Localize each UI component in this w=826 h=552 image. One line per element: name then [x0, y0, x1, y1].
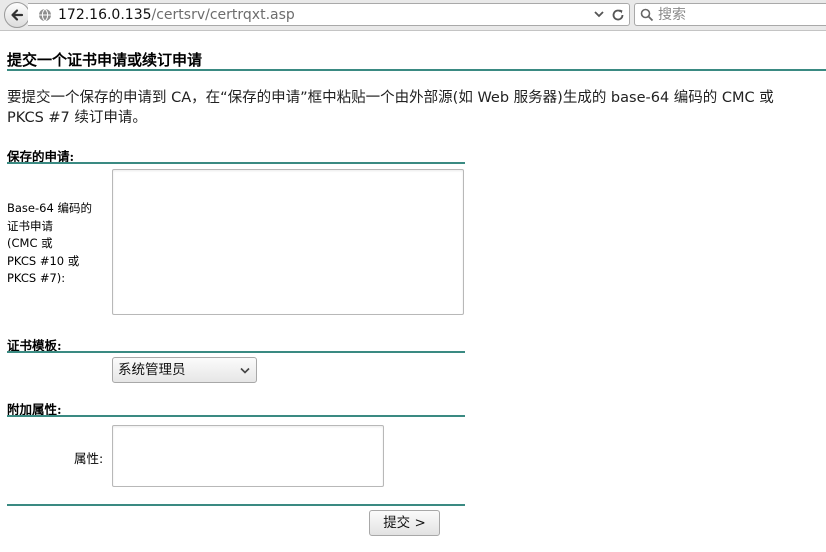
- url-host: 172.16.0.135: [58, 7, 152, 23]
- cert-template-value: 系统管理员: [118, 362, 186, 378]
- address-bar[interactable]: 172.16.0.135/certsrv/certrqxt.asp: [28, 3, 630, 26]
- url-path: /certsrv/certrqxt.asp: [151, 7, 295, 23]
- attributes-textarea[interactable]: [112, 425, 384, 487]
- search-bar[interactable]: 搜索: [634, 3, 826, 26]
- browser-toolbar: 172.16.0.135/certsrv/certrqxt.asp 搜索: [0, 0, 826, 31]
- reload-icon[interactable]: [610, 7, 626, 23]
- title-divider: [7, 69, 826, 71]
- page-title: 提交一个证书申请或续订申请: [7, 51, 203, 69]
- chevron-down-icon: [240, 367, 250, 374]
- back-button[interactable]: [4, 2, 30, 28]
- extra-attributes-divider: [7, 415, 465, 417]
- saved-request-textarea[interactable]: [112, 169, 464, 315]
- globe-icon: [39, 8, 51, 22]
- search-placeholder: 搜索: [658, 7, 686, 23]
- attributes-label: 属性:: [74, 451, 104, 466]
- intro-line-1: 要提交一个保存的申请到 CA，在“保存的申请”框中粘贴一个由外部源(如 Web …: [7, 90, 774, 106]
- bottom-divider: [7, 504, 465, 506]
- submit-button[interactable]: 提交 >: [369, 510, 440, 536]
- saved-request-divider: [7, 162, 465, 164]
- cert-template-divider: [7, 351, 465, 353]
- saved-request-label: Base-64 编码的 证书申请 (CMC 或 PKCS #10 或 PKCS …: [7, 201, 92, 285]
- intro-text: 要提交一个保存的申请到 CA，在“保存的申请”框中粘贴一个由外部源(如 Web …: [7, 88, 826, 128]
- search-icon: [640, 8, 654, 22]
- cert-template-select[interactable]: 系统管理员: [112, 357, 257, 383]
- intro-line-2: PKCS #7 续订申请。: [7, 110, 147, 126]
- chevron-down-icon[interactable]: [593, 9, 605, 19]
- url-text[interactable]: 172.16.0.135/certsrv/certrqxt.asp: [58, 6, 295, 24]
- back-arrow-icon: [11, 9, 24, 21]
